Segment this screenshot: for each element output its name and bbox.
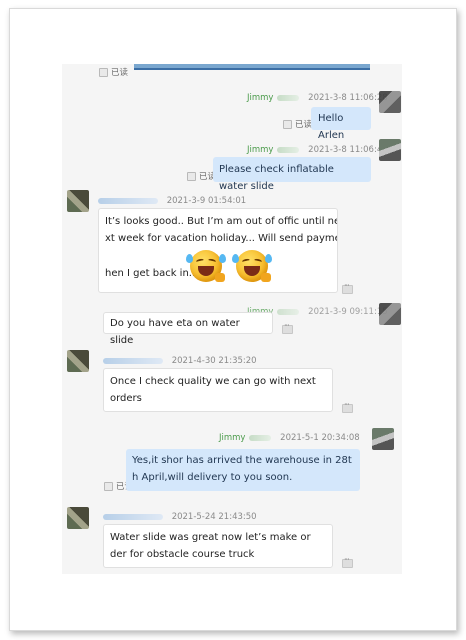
blurred-name: [249, 434, 272, 441]
message-bubble-outgoing[interactable]: Please check inflatable water slide: [213, 157, 371, 192]
message-meta: 2021-4-30 21:35:20: [103, 356, 257, 366]
blurred-name: [103, 513, 163, 520]
message-bubble-incoming[interactable]: Once I check quality we can go with next…: [103, 368, 333, 412]
sender-name: Jimmy: [247, 145, 274, 155]
message-meta: Jimmy 2021-3-8 11:06:40: [247, 145, 388, 155]
blurred-name: [103, 357, 163, 364]
sender-name: Jimmy: [219, 433, 246, 443]
more-options-icon[interactable]: [342, 400, 353, 413]
message-line: Yes,it shor has arrived the warehouse in…: [132, 455, 352, 466]
message-meta: 2021-5-24 21:43:50: [103, 512, 257, 522]
avatar[interactable]: [67, 190, 89, 212]
message-line: xt week for vacation holiday... Will sen…: [105, 233, 338, 244]
sender-name: Jimmy: [247, 93, 274, 103]
message-line: Once I check quality we can go with next: [110, 376, 316, 387]
timestamp: 2021-5-24 21:43:50: [171, 512, 257, 522]
read-receipt: 已读: [187, 170, 216, 182]
avatar[interactable]: [379, 91, 401, 113]
timestamp: 2021-3-8 11:06:28: [308, 93, 388, 103]
avatar[interactable]: [372, 428, 394, 450]
blurred-name: [98, 197, 158, 204]
message-bubble[interactable]: Do you have eta on water slide: [103, 312, 273, 346]
more-options-icon[interactable]: [282, 321, 293, 334]
timestamp: 2021-3-9 09:11:15: [308, 307, 388, 317]
message-line: orders: [110, 393, 142, 404]
avatar[interactable]: [379, 303, 401, 325]
message-bubble-incoming[interactable]: Water slide was great now let’s make or …: [103, 524, 333, 568]
message-meta: Jimmy 2021-3-8 11:06:28: [247, 93, 388, 103]
more-options-icon[interactable]: [342, 281, 353, 294]
rofl-emoji: [232, 250, 272, 282]
message-line: Water slide was great now let’s make or: [110, 532, 311, 543]
message-line: der for obstacle course truck: [110, 549, 255, 560]
timestamp: 2021-3-9 01:54:01: [166, 196, 247, 206]
previous-message-bubble: [134, 64, 370, 70]
read-receipt: 已读: [283, 118, 312, 130]
timestamp: 2021-3-8 11:06:40: [308, 145, 388, 155]
avatar[interactable]: [379, 139, 401, 161]
avatar[interactable]: [67, 507, 89, 529]
blurred-name: [277, 308, 300, 315]
message-meta: Jimmy 2021-5-1 20:34:08: [219, 433, 360, 443]
timestamp: 2021-4-30 21:35:20: [171, 356, 257, 366]
blurred-name: [277, 146, 300, 153]
message-line: It’s looks good.. But I’m am out of offi…: [105, 216, 338, 227]
message-bubble-outgoing[interactable]: Yes,it shor has arrived the warehouse in…: [126, 449, 360, 491]
timestamp: 2021-5-1 20:34:08: [280, 433, 360, 443]
message-line: h April,will delivery to you soon.: [132, 472, 293, 483]
avatar[interactable]: [67, 350, 89, 372]
blurred-name: [277, 94, 300, 101]
more-options-icon[interactable]: [342, 555, 353, 568]
read-receipt: 已读: [99, 66, 128, 78]
message-meta: 2021-3-9 01:54:01: [98, 196, 246, 206]
message-bubble-outgoing[interactable]: Hello Arlen: [311, 107, 371, 141]
rofl-emoji: [186, 250, 226, 282]
